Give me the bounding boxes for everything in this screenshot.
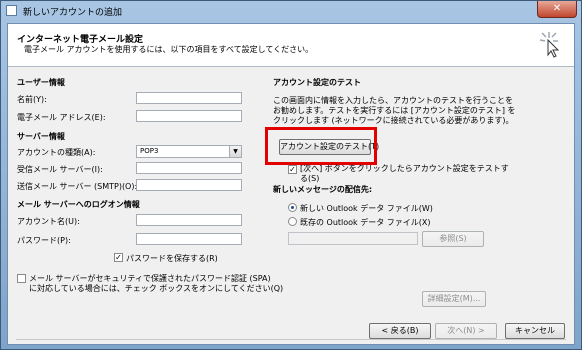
email-field[interactable] (136, 110, 242, 122)
wizard-body: ユーザー情報 名前(Y): 電子メール アドレス(E): サーバー情報 アカウン… (8, 67, 574, 344)
back-button[interactable]: < 戻る(B) (369, 323, 431, 339)
page-subtitle: 電子メール アカウントを使用するには、以下の項目をすべて設定してください。 (24, 45, 314, 54)
next-button[interactable]: 次へ(N) > (435, 323, 497, 339)
close-button[interactable]: ✕ (537, 1, 577, 18)
new-data-file-label: 新しい Outlook データ ファイル(W) (300, 204, 433, 213)
incoming-server-label: 受信メール サーバー(I): (17, 165, 103, 174)
browse-button[interactable]: 参照(S) (422, 231, 484, 247)
password-field[interactable] (136, 233, 242, 245)
auto-test-label-line1: [次へ] ボタンをクリックしたらアカウント設定をテストす (300, 164, 509, 173)
divider (16, 339, 566, 340)
app-icon (6, 5, 17, 16)
cursor-sparkle-icon (539, 32, 560, 58)
existing-data-file-radio[interactable] (288, 217, 297, 226)
close-icon: ✕ (552, 3, 562, 14)
account-type-select[interactable]: POP3 ▼ (136, 145, 242, 158)
new-data-file-radio[interactable] (288, 203, 297, 212)
account-name-label: アカウント名(U): (17, 217, 80, 226)
title-bar[interactable]: 新しいアカウントの追加 ✕ (1, 1, 581, 21)
wizard-header: インターネット電子メール設定 電子メール アカウントを使用するには、以下の項目を… (8, 24, 574, 67)
incoming-server-field[interactable] (136, 162, 242, 174)
auto-test-label-line2: る(S) (300, 174, 320, 183)
window-title: 新しいアカウントの追加 (23, 8, 123, 18)
chevron-down-icon[interactable]: ▼ (229, 146, 241, 157)
outgoing-server-label: 送信メール サーバー (SMTP)(O): (17, 182, 138, 191)
data-file-path-field[interactable] (288, 232, 418, 245)
spa-checkbox[interactable] (17, 274, 26, 283)
user-info-heading: ユーザー情報 (17, 78, 65, 87)
highlight-box (265, 127, 377, 165)
account-type-value: POP3 (140, 147, 159, 155)
auto-test-checkbox[interactable]: ✓ (288, 165, 297, 174)
email-label: 電子メール アドレス(E): (17, 113, 106, 122)
test-description-line3: クリックします (ネットワークに接続されている必要があります)。 (273, 116, 514, 125)
name-field[interactable] (136, 92, 242, 104)
outgoing-server-field[interactable] (136, 179, 242, 191)
name-label: 名前(Y): (17, 95, 47, 104)
delivery-heading: 新しいメッセージの配信先: (273, 185, 373, 194)
spa-label-line2: に対応している場合には、チェック ボックスをオンにしてください(Q) (29, 284, 284, 293)
test-heading: アカウント設定のテスト (273, 78, 361, 87)
cancel-button[interactable]: キャンセル (505, 323, 565, 339)
account-name-field[interactable] (136, 214, 242, 226)
server-info-heading: サーバー情報 (17, 132, 65, 141)
password-label: パスワード(P): (17, 236, 71, 245)
existing-data-file-label: 既存の Outlook データ ファイル(X) (300, 218, 431, 227)
dialog-client: インターネット電子メール設定 電子メール アカウントを使用するには、以下の項目を… (7, 23, 575, 345)
dialog-window: 新しいアカウントの追加 ✕ インターネット電子メール設定 電子メール アカウント… (0, 0, 582, 350)
more-settings-button[interactable]: 詳細設定(M)... (422, 291, 486, 307)
account-type-label: アカウントの種類(A): (17, 148, 96, 157)
remember-password-checkbox[interactable]: ✓ (114, 253, 123, 262)
remember-password-label: パスワードを保存する(R) (126, 254, 218, 263)
logon-info-heading: メール サーバーへのログオン情報 (17, 200, 140, 209)
